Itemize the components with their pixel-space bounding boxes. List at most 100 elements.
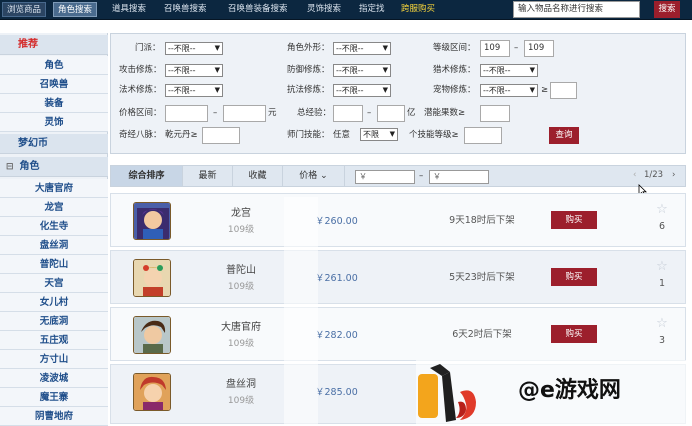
skill-level-label: 个技能等级≥	[409, 130, 459, 140]
defense-cultivation-select[interactable]: --不限-- ▼	[333, 64, 391, 77]
look-select[interactable]: --不限-- ▼	[333, 42, 391, 55]
sidebar-school-yincao[interactable]: 阴曹地府	[0, 407, 108, 426]
exp-min-input[interactable]	[333, 105, 363, 122]
price-max-input[interactable]	[223, 105, 266, 122]
tab-pet-search[interactable]: 召唤兽搜索	[160, 2, 211, 17]
sidebar-school-longgong[interactable]: 龙宫	[0, 198, 108, 217]
sidebar-school-tiangong[interactable]: 天宫	[0, 274, 108, 293]
price-range-label: 价格区间：	[119, 108, 162, 118]
level-min-input[interactable]: 109	[480, 40, 510, 57]
sidebar-school-nver[interactable]: 女儿村	[0, 293, 108, 312]
potential-fruit-input[interactable]	[480, 105, 510, 122]
listing-price: ￥261.00	[315, 273, 358, 284]
price-filter-from[interactable]: ￥	[355, 170, 415, 184]
sidebar-school-lingbo[interactable]: 凌波城	[0, 369, 108, 388]
look-label: 角色外形：	[287, 43, 330, 53]
sort-tab-price[interactable]: 价格 ⌄	[283, 166, 345, 186]
buy-button[interactable]: 购买	[551, 325, 597, 343]
chevron-down-icon: ▼	[382, 66, 388, 74]
tab-cross-server[interactable]: 跨服购买	[397, 2, 439, 17]
attack-cultivation-select[interactable]: --不限-- ▼	[165, 64, 223, 77]
listing-row[interactable]: 大唐官府 109级 ￥282.00 6天2时后下架 购买 ☆ 3	[110, 307, 686, 361]
sidebar-school-fangcun[interactable]: 方寸山	[0, 350, 108, 369]
qiyuandan-label: 乾元丹≥	[165, 130, 198, 140]
listing-row[interactable]: 龙宫 109级 ￥260.00 9天18时后下架 购买 ☆ 6	[110, 193, 686, 247]
potential-fruit-label: 潜能果数≥	[424, 108, 466, 118]
chevron-down-icon: ▼	[382, 86, 388, 94]
tab-pet-equip-search[interactable]: 召唤兽装备搜索	[224, 2, 292, 17]
sort-tab-favorites[interactable]: 收藏	[233, 166, 283, 186]
chevron-down-icon: ⌄	[320, 171, 328, 181]
sidebar-school-datang[interactable]: 大唐官府	[0, 179, 108, 198]
exp-unit: 亿	[407, 108, 416, 118]
sidebar-item-ornament[interactable]: 灵饰	[0, 113, 108, 132]
watermark: @e游戏网	[416, 360, 692, 424]
price-filter-to[interactable]: ￥	[429, 170, 489, 184]
sidebar-item-equipment[interactable]: 装备	[0, 94, 108, 113]
exp-max-input[interactable]	[377, 105, 405, 122]
tab-item-search[interactable]: 道具搜索	[108, 2, 150, 17]
tab-browse[interactable]: 浏览商品	[2, 2, 47, 17]
buy-button[interactable]: 购买	[551, 268, 597, 286]
hunt-cultivation-select[interactable]: --不限-- ▼	[480, 64, 538, 77]
buy-button[interactable]: 购买	[551, 211, 597, 229]
collapse-icon[interactable]: ⊟	[6, 162, 14, 172]
price-min-input[interactable]	[165, 105, 208, 122]
listing-level: 109级	[227, 339, 255, 349]
sidebar-school-mowang[interactable]: 魔王寨	[0, 388, 108, 407]
sidebar-school-huasheng[interactable]: 化生寺	[0, 217, 108, 236]
favorite-star-icon[interactable]: ☆	[655, 203, 669, 216]
sidebar-school-pansi[interactable]: 盘丝洞	[0, 236, 108, 255]
chevron-down-icon: ▼	[214, 66, 220, 74]
level-dash: –	[514, 43, 519, 53]
sort-tab-overall[interactable]: 综合排序	[111, 166, 183, 186]
qiyuandan-input[interactable]	[202, 127, 240, 144]
tab-ornament-search[interactable]: 灵饰搜索	[303, 2, 345, 17]
master-skill-any: 任意	[333, 130, 351, 140]
level-max-input[interactable]: 109	[524, 40, 554, 57]
school-select[interactable]: --不限-- ▼	[165, 42, 223, 55]
listing-row[interactable]: 普陀山 109级 ￥261.00 5天23时后下架 购买 ☆ 1	[110, 250, 686, 304]
search-button[interactable]: 搜索	[654, 1, 680, 18]
sidebar-school-wuzhuang[interactable]: 五庄观	[0, 331, 108, 350]
exp-dash: –	[367, 108, 372, 118]
sidebar-item-role[interactable]: 角色	[0, 56, 108, 75]
search-input[interactable]: 输入物品名称进行搜索	[513, 1, 640, 18]
character-avatar[interactable]	[133, 202, 171, 240]
pet-cultivation-input[interactable]	[550, 82, 577, 99]
skill-level-input[interactable]	[464, 127, 502, 144]
master-skill-select[interactable]: 不限 ▼	[360, 128, 398, 141]
prev-page-icon[interactable]: ‹	[633, 170, 636, 180]
chevron-down-icon: ▼	[382, 44, 388, 52]
favorite-count: 1	[658, 278, 666, 289]
character-avatar[interactable]	[133, 316, 171, 354]
resist-cultivation-select[interactable]: --不限-- ▼	[333, 84, 391, 97]
sidebar-role-header[interactable]: ⊟ 角色	[0, 157, 108, 177]
tab-specified-find[interactable]: 指定找	[355, 2, 389, 17]
character-avatar[interactable]	[133, 259, 171, 297]
pet-cultivation-select[interactable]: --不限-- ▼	[480, 84, 538, 97]
price-dropdown-overlay	[284, 197, 318, 424]
magic-cultivation-select[interactable]: --不限-- ▼	[165, 84, 223, 97]
listing-price: ￥260.00	[315, 216, 358, 227]
attack-cultivation-label: 攻击修炼：	[119, 65, 162, 75]
sidebar-school-wudi[interactable]: 无底洞	[0, 312, 108, 331]
tab-role-search[interactable]: 角色搜索	[53, 2, 98, 17]
listing-level: 109级	[227, 396, 255, 406]
listing-level: 109级	[227, 282, 255, 292]
character-avatar[interactable]	[133, 373, 171, 411]
sort-tab-newest[interactable]: 最新	[183, 166, 233, 186]
sidebar-item-pet[interactable]: 召唤兽	[0, 75, 108, 94]
favorite-star-icon[interactable]: ☆	[655, 317, 669, 330]
query-button[interactable]: 查询	[549, 127, 579, 144]
school-label: 门派：	[135, 43, 161, 53]
sidebar-school-putuo[interactable]: 普陀山	[0, 255, 108, 274]
sidebar-currency-header[interactable]: 梦幻币	[0, 134, 108, 154]
top-nav-bar: 浏览商品 角色搜索 道具搜索 召唤兽搜索 召唤兽装备搜索 灵饰搜索 指定找 跨服…	[0, 0, 692, 20]
favorite-star-icon[interactable]: ☆	[655, 260, 669, 273]
qijing-label: 奇经八脉：	[119, 130, 162, 140]
sidebar-recommend-header[interactable]: 推荐	[0, 35, 108, 55]
price-unit: 元	[268, 108, 277, 118]
level-label: 等级区间：	[433, 43, 476, 53]
next-page-icon[interactable]: ›	[672, 170, 675, 180]
